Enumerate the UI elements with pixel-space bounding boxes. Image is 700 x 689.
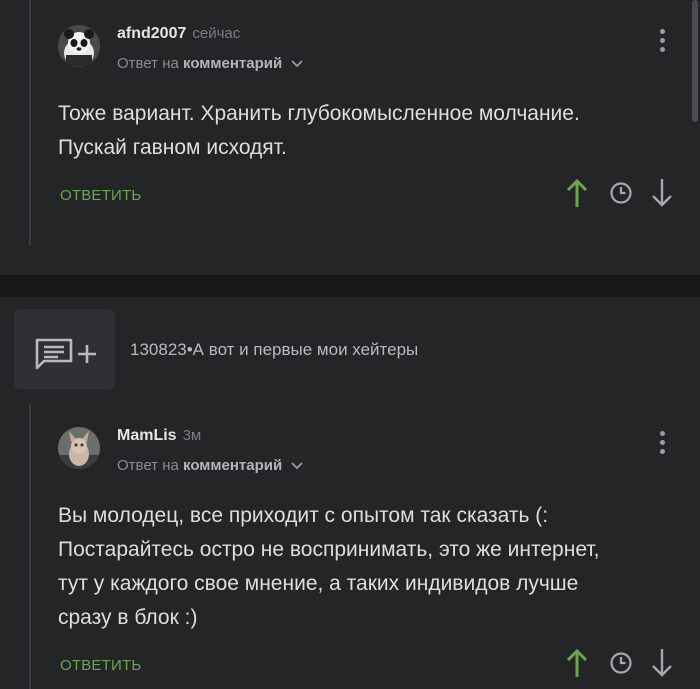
reply-target[interactable]: комментарий	[183, 457, 282, 474]
section-divider	[0, 275, 700, 297]
clock-icon[interactable]	[609, 181, 633, 205]
more-vertical-icon[interactable]	[660, 29, 666, 56]
comment-body: Тоже вариант. Хранить глубокомысленное м…	[58, 97, 580, 165]
comment-time: сейчас	[192, 25, 241, 42]
comment-body-line: Постарайтесь остро не воспринимать, это …	[58, 538, 600, 561]
reply-prefix: Ответ на	[117, 55, 179, 72]
avatar[interactable]	[58, 427, 100, 469]
upvote-arrow-icon[interactable]	[565, 177, 589, 209]
comment-body-line: Вы молодец, все приходит с опытом так ск…	[58, 504, 549, 527]
comment-author[interactable]: afnd2007 сейчас	[117, 25, 240, 43]
reply-to[interactable]: Ответ на комментарий	[117, 55, 304, 72]
reply-button[interactable]: ОТВЕТИТЬ	[60, 187, 141, 204]
add-comment-button[interactable]	[14, 309, 115, 389]
reply-to[interactable]: Ответ на комментарий	[117, 457, 304, 474]
comment-author[interactable]: MamLis 3м	[117, 427, 201, 445]
scrollbar[interactable]	[692, 0, 698, 122]
avatar[interactable]	[58, 25, 100, 67]
thread-line	[29, 0, 31, 246]
chevron-down-icon[interactable]	[290, 461, 304, 471]
comment-body-line: сразу в блок :)	[58, 606, 198, 629]
reply-button[interactable]: ОТВЕТИТЬ	[60, 657, 141, 674]
author-name[interactable]: MamLis	[117, 427, 177, 444]
comment-time: 3м	[182, 427, 202, 444]
post-title[interactable]: 130823•А вот и первые мои хейтеры	[130, 340, 418, 360]
thread-line	[29, 404, 31, 689]
more-vertical-icon[interactable]	[660, 431, 666, 458]
comment-body-line: Пускай гавном исходят.	[58, 136, 287, 159]
comment: afnd2007 сейчас Ответ на комментарий Тоже…	[58, 25, 688, 245]
comment-actions: ОТВЕТИТЬ	[58, 177, 688, 213]
comment-body-line: тут у каждого свое мнение, а таких индив…	[58, 572, 579, 595]
comment-body-line: Тоже вариант. Хранить глубокомысленное м…	[58, 102, 580, 125]
chevron-down-icon[interactable]	[290, 59, 304, 69]
downvote-arrow-icon[interactable]	[650, 177, 674, 209]
reply-prefix: Ответ на	[117, 457, 179, 474]
upvote-arrow-icon[interactable]	[565, 647, 589, 679]
add-comment-icon	[35, 338, 96, 370]
comment: MamLis 3м Ответ на комментарий Вы молодец…	[58, 427, 688, 689]
author-name[interactable]: afnd2007	[117, 25, 186, 42]
reply-target[interactable]: комментарий	[183, 55, 282, 72]
comment-actions: ОТВЕТИТЬ	[58, 647, 688, 683]
clock-icon[interactable]	[609, 651, 633, 675]
downvote-arrow-icon[interactable]	[650, 647, 674, 679]
comment-body: Вы молодец, все приходит с опытом так ск…	[58, 499, 599, 635]
